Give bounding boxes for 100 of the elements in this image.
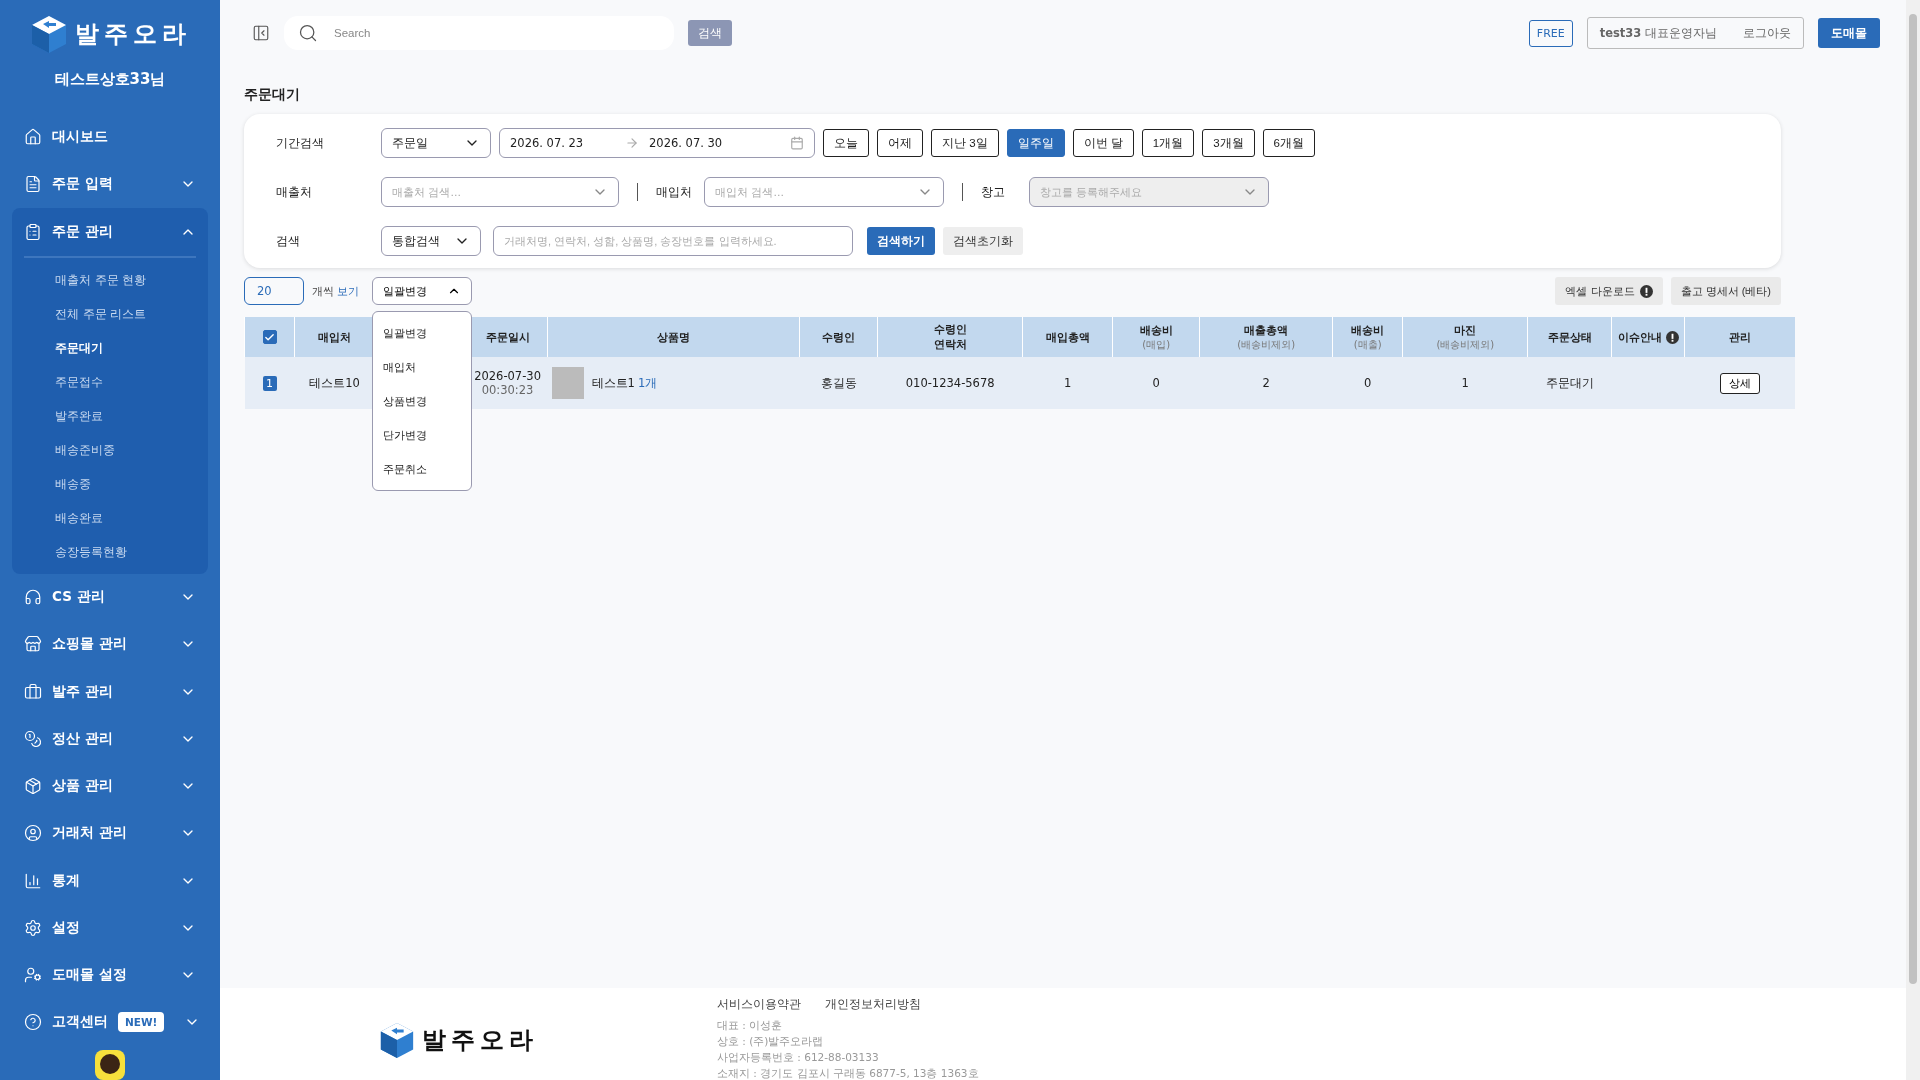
date-range-button[interactable]: 어제 bbox=[877, 129, 923, 157]
date-range-button[interactable]: 오늘 bbox=[823, 129, 869, 157]
nav-item[interactable]: 주문 입력 bbox=[12, 160, 208, 208]
clipboard-icon bbox=[24, 222, 42, 241]
coins-icon bbox=[24, 729, 42, 748]
cube-logo-icon bbox=[378, 1020, 416, 1059]
table-cell: 0 bbox=[1364, 376, 1372, 390]
keyword-input[interactable]: 거래처명, 연락처, 성함, 상품명, 송장번호를 입력하세요. bbox=[493, 226, 853, 256]
nav-item[interactable]: 통계 bbox=[12, 857, 208, 905]
nav-subitem[interactable]: 배송중 bbox=[12, 467, 208, 502]
user-circle-icon bbox=[24, 824, 42, 843]
menu-option[interactable]: 단가변경 bbox=[373, 418, 471, 452]
date-type-select[interactable]: 주문일 bbox=[381, 128, 491, 158]
select-all-checkbox[interactable] bbox=[262, 330, 277, 344]
column-note: (배송비제외) bbox=[1436, 337, 1495, 352]
cube-logo-icon bbox=[29, 14, 69, 54]
nav-subitem[interactable]: 배송완료 bbox=[12, 501, 208, 536]
table-cell: 1 bbox=[1064, 376, 1072, 390]
column-note: (매입) bbox=[1142, 337, 1171, 352]
nav-subitem[interactable]: 주문접수 bbox=[12, 365, 208, 400]
date-range-field[interactable]: 2026. 07. 23 2026. 07. 30 bbox=[499, 128, 815, 158]
search-button[interactable]: 검색 bbox=[688, 20, 732, 46]
search-submit-button[interactable]: 검색하기 bbox=[867, 227, 935, 255]
view-link[interactable]: 보기 bbox=[337, 283, 359, 299]
column-header: 상품명 bbox=[657, 329, 691, 345]
date-range-button[interactable]: 1개월 bbox=[1141, 129, 1195, 157]
search-type-select[interactable]: 통합검색 bbox=[381, 226, 481, 256]
nav-item[interactable]: 설정 bbox=[12, 904, 208, 952]
table-cell: 홍길동 bbox=[820, 375, 857, 390]
date-range-button[interactable]: 이번 달 bbox=[1072, 129, 1134, 157]
page-size-field[interactable]: 20 bbox=[244, 277, 304, 305]
filter-label: 매출처 bbox=[276, 184, 313, 200]
row-number: 1 bbox=[262, 375, 277, 391]
wholesale-button[interactable]: 도매몰 bbox=[1818, 18, 1880, 48]
footer-logo: 발주오라 bbox=[422, 1024, 538, 1056]
nav-item[interactable]: 주문 관리 bbox=[12, 207, 208, 256]
scrollbar[interactable] bbox=[1906, 0, 1920, 1080]
table-cell: 0 bbox=[1152, 376, 1160, 390]
company-info: 소재지 : 경기도 김포시 구래동 6877-5, 13층 1363호 bbox=[717, 1066, 980, 1080]
footer-link[interactable]: 개인정보처리방침 bbox=[825, 996, 921, 1013]
date-range-button[interactable]: 6개월 bbox=[1262, 129, 1315, 157]
page-size-label: 개씩 bbox=[312, 283, 334, 299]
nav-subitem[interactable]: 배송준비중 bbox=[12, 433, 208, 468]
plan-badge: FREE bbox=[1528, 19, 1573, 47]
collapse-sidebar-icon[interactable] bbox=[252, 24, 270, 42]
reset-button[interactable]: 검색초기화 bbox=[943, 227, 1023, 255]
bulk-change-dropdown[interactable]: 일괄변경 bbox=[372, 277, 472, 305]
order-datetime: 2026-07-30 00:30:23 bbox=[474, 369, 541, 397]
invoice-button[interactable]: 출고 명세서 (베타) bbox=[1670, 277, 1781, 305]
date-range-button[interactable]: 일주일 bbox=[1006, 129, 1065, 157]
nav-item[interactable]: 발주 관리 bbox=[12, 668, 208, 716]
search-icon bbox=[298, 23, 318, 43]
company-name: 테스트상호33님 bbox=[53, 70, 167, 89]
new-badge: NEW! bbox=[118, 1012, 165, 1033]
nav-subitem[interactable]: 송장등록현황 bbox=[12, 535, 208, 570]
filter-label: 기간검색 bbox=[276, 135, 325, 151]
menu-option[interactable]: 주문취소 bbox=[373, 452, 471, 486]
column-header: 매출총액 bbox=[1244, 322, 1289, 338]
search-input[interactable]: Search bbox=[332, 26, 660, 40]
info-icon bbox=[1639, 284, 1653, 298]
product-name: 테스트1 bbox=[591, 375, 635, 391]
quantity-link[interactable]: 1개 bbox=[637, 375, 658, 391]
calendar-icon bbox=[790, 136, 804, 150]
logout-link[interactable]: 로그아웃 bbox=[1743, 25, 1791, 41]
excel-download-button[interactable]: 엑셀 다운로드 bbox=[1555, 277, 1663, 305]
column-header: 배송비 bbox=[1139, 322, 1173, 338]
company-info: 대표 : 이성훈 bbox=[717, 1018, 784, 1033]
nav-item[interactable]: 쇼핑몰 관리 bbox=[12, 620, 208, 668]
nav-item[interactable]: 고객센터 NEW! bbox=[12, 998, 208, 1046]
chat-button[interactable] bbox=[95, 1050, 125, 1080]
table-cell: 2 bbox=[1262, 376, 1270, 390]
menu-option[interactable]: 일괄변경 bbox=[373, 316, 471, 350]
date-range-button[interactable]: 지난 3일 bbox=[931, 129, 999, 157]
brand-logo: 발주오라 bbox=[75, 19, 191, 50]
nav-subitem[interactable]: 주문대기 bbox=[12, 331, 208, 366]
date-range-button[interactable]: 3개월 bbox=[1202, 129, 1255, 157]
nav-item[interactable]: 대시보드 bbox=[12, 113, 208, 161]
store-icon bbox=[24, 635, 42, 654]
nav-item[interactable]: 상품 관리 bbox=[12, 762, 208, 810]
nav-item[interactable]: 도매몰 설정 bbox=[12, 951, 208, 999]
nav-subitem[interactable]: 전체 주문 리스트 bbox=[12, 297, 208, 332]
column-header: 관리 bbox=[1729, 329, 1752, 345]
company-info: 사업자등록번호 : 612-88-03133 bbox=[717, 1050, 880, 1065]
nav-subitem[interactable]: 발주완료 bbox=[12, 399, 208, 434]
detail-button[interactable]: 상세 bbox=[1719, 372, 1760, 394]
footer-link[interactable]: 서비스이용약관 bbox=[717, 996, 801, 1013]
table-cell: 010-1234-5678 bbox=[905, 376, 995, 390]
box-icon bbox=[24, 777, 42, 796]
column-header: 배송비 bbox=[1351, 322, 1385, 338]
filter-label: 검색 bbox=[276, 233, 301, 249]
user-gear-icon bbox=[24, 966, 42, 985]
product-thumbnail bbox=[551, 367, 584, 399]
document-icon bbox=[24, 174, 42, 193]
nav-item[interactable]: CS 관리 bbox=[12, 573, 208, 621]
nav-item[interactable]: 거래처 관리 bbox=[12, 809, 208, 857]
nav-item[interactable]: 정산 관리 bbox=[12, 715, 208, 763]
nav-subitem[interactable]: 매출처 주문 현황 bbox=[12, 263, 208, 298]
search-field[interactable]: Search bbox=[284, 16, 674, 50]
bar-chart-icon bbox=[24, 871, 42, 890]
help-icon bbox=[24, 1013, 42, 1032]
